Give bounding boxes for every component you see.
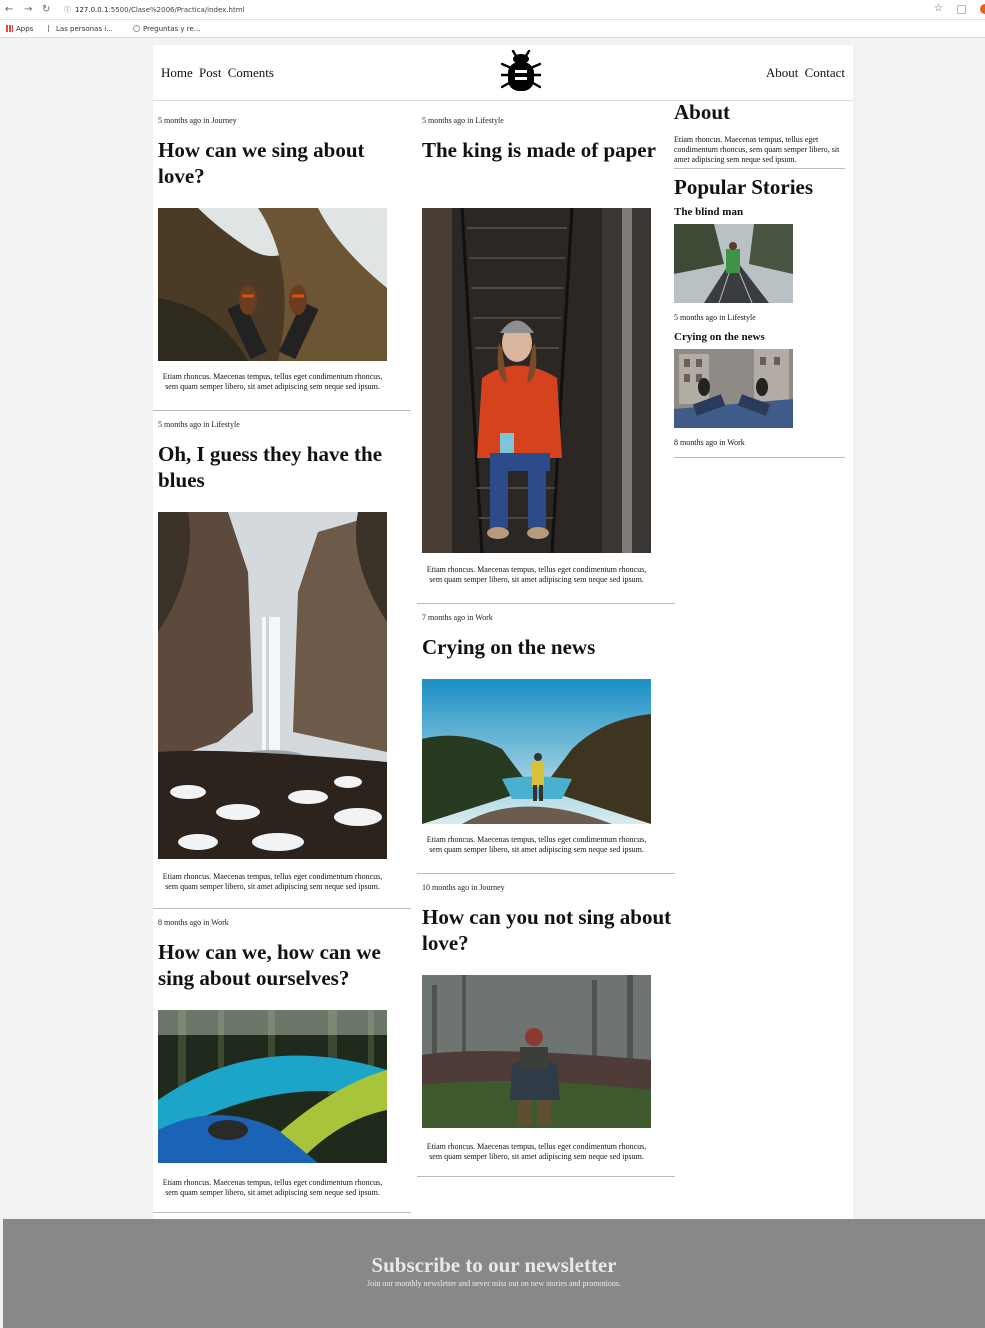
back-icon[interactable]: ← [5,3,13,17]
extension-icon[interactable] [957,5,966,14]
post-image[interactable] [422,208,651,553]
bookmark-label: Apps [16,25,34,33]
nav-contact[interactable]: Contact [805,65,845,80]
bookmark-label: Preguntas y re... [143,25,201,33]
post-age: 8 months ago in [158,918,210,927]
popular-story-image[interactable] [674,224,793,303]
popular-story[interactable]: Crying on the news 8 months ago in Work [674,331,845,458]
bookmark-star-icon[interactable]: ☆ [934,3,943,14]
story-category[interactable]: Work [727,438,745,447]
post-excerpt: Etiam rhoncus. Maecenas tempus, tellus e… [426,565,647,584]
post-age: 7 months ago in [422,613,474,622]
page-icon [48,25,53,32]
bug-logo-icon[interactable] [501,50,541,94]
post-meta: 8 months ago in Work [158,918,411,927]
popular-story-title[interactable]: The blind man [674,206,845,218]
about-text: Etiam rhoncus. Maecenas tempus, tellus e… [674,135,845,169]
post-category-link[interactable]: Work [211,918,229,927]
post-excerpt: Etiam rhoncus. Maecenas tempus, tellus e… [162,372,383,391]
popular-stories-heading: Popular Stories [674,175,814,199]
popular-story-title[interactable]: Crying on the news [674,331,845,343]
popular-story-image[interactable] [674,349,793,428]
post-excerpt: Etiam rhoncus. Maecenas tempus, tellus e… [426,835,647,854]
info-icon: ⓘ [64,6,71,14]
nav-coments[interactable]: Coments [228,65,274,80]
post-title[interactable]: Crying on the news [422,634,672,660]
page-container: Home Post Coments About Contact 5 months… [153,45,853,1219]
post-meta: 5 months ago in Journey [158,116,411,125]
post-age: 10 months ago in [422,883,478,892]
post-category-link[interactable]: Journey [479,883,504,892]
post-title[interactable]: Oh, I guess they have the blues [158,441,408,493]
post-title[interactable]: How can we, how can we sing about oursel… [158,939,408,991]
post-excerpt: Etiam rhoncus. Maecenas tempus, tellus e… [162,1178,383,1197]
post-meta: 5 months ago in Lifestyle [422,116,675,125]
post-meta: 5 months ago in Lifestyle [158,420,411,429]
sidebar: About Etiam rhoncus. Maecenas tempus, te… [674,100,845,458]
post-excerpt: Etiam rhoncus. Maecenas tempus, tellus e… [426,1142,647,1161]
post-category-link[interactable]: Work [475,613,493,622]
bookmark-item[interactable]: Las personas i... [48,23,113,35]
url-host: 127.0.0.1 [75,6,109,14]
bookmarks-bar: Apps Las personas i... Preguntas y re... [0,20,985,38]
post-age: 5 months ago in [158,420,210,429]
post-title[interactable]: How can you not sing about love? [422,904,672,956]
reload-icon[interactable]: ↻ [42,3,50,17]
about-heading: About [674,100,731,124]
post-category-link[interactable]: Journey [211,116,236,125]
post-image[interactable] [422,975,651,1128]
bookmark-apps[interactable]: Apps [6,23,33,35]
nav-about[interactable]: About [766,65,799,80]
post-age: 5 months ago in [158,116,210,125]
newsletter-footer: Subscribe to our newsletter Join our mon… [3,1219,985,1328]
post-excerpt: Etiam rhoncus. Maecenas tempus, tellus e… [162,872,383,891]
post-card[interactable]: 5 months ago in Lifestyle Oh, I guess th… [153,420,411,909]
nav-home[interactable]: Home [161,65,193,80]
post-meta: 10 months ago in Journey [422,883,675,892]
popular-story-meta: 8 months ago in Work [674,438,845,458]
browser-toolbar: ← → ↻ ⓘ 127.0.0.1:5500/Clase%2006/Practic… [0,0,985,20]
post-title[interactable]: How can we sing about love? [158,137,408,189]
url-path: :5500/Clase%2006/Practica/index.html [108,6,245,14]
story-age: 8 months ago in [674,438,726,447]
newsletter-title: Subscribe to our newsletter [371,1253,617,1277]
apps-grid-icon [6,25,13,32]
top-navigation: Home Post Coments About Contact [153,45,853,101]
post-card[interactable]: 5 months ago in Journey How can we sing … [153,116,411,411]
popular-story-meta: 5 months ago in Lifestyle [674,313,845,322]
popular-story[interactable]: The blind man 5 months ago in Lifestyle [674,206,845,322]
post-age: 5 months ago in [422,116,474,125]
post-image[interactable] [158,208,387,361]
forward-icon[interactable]: → [24,3,32,17]
post-category-link[interactable]: Lifestyle [211,420,239,429]
newsletter-text: Join our monthly newsletter and never mi… [367,1279,621,1288]
post-card[interactable]: 8 months ago in Work How can we, how can… [153,918,411,1213]
story-category[interactable]: Lifestyle [727,313,755,322]
bookmark-item[interactable]: Preguntas y re... [133,23,200,35]
story-age: 5 months ago in [674,313,726,322]
post-image[interactable] [158,1010,387,1163]
post-card[interactable]: 5 months ago in Lifestyle The king is ma… [417,116,675,604]
post-card[interactable]: 7 months ago in Work Crying on the news … [417,613,675,874]
post-meta: 7 months ago in Work [422,613,675,622]
globe-icon [133,25,140,32]
address-bar[interactable]: ⓘ 127.0.0.1:5500/Clase%2006/Practica/inde… [64,5,244,15]
bookmark-label: Las personas i... [56,25,113,33]
post-category-link[interactable]: Lifestyle [475,116,503,125]
post-image[interactable] [158,512,387,859]
post-image[interactable] [422,679,651,824]
profile-icon[interactable] [980,4,985,14]
post-title[interactable]: The king is made of paper [422,137,672,163]
nav-post[interactable]: Post [199,65,221,80]
post-card[interactable]: 10 months ago in Journey How can you not… [417,883,675,1177]
